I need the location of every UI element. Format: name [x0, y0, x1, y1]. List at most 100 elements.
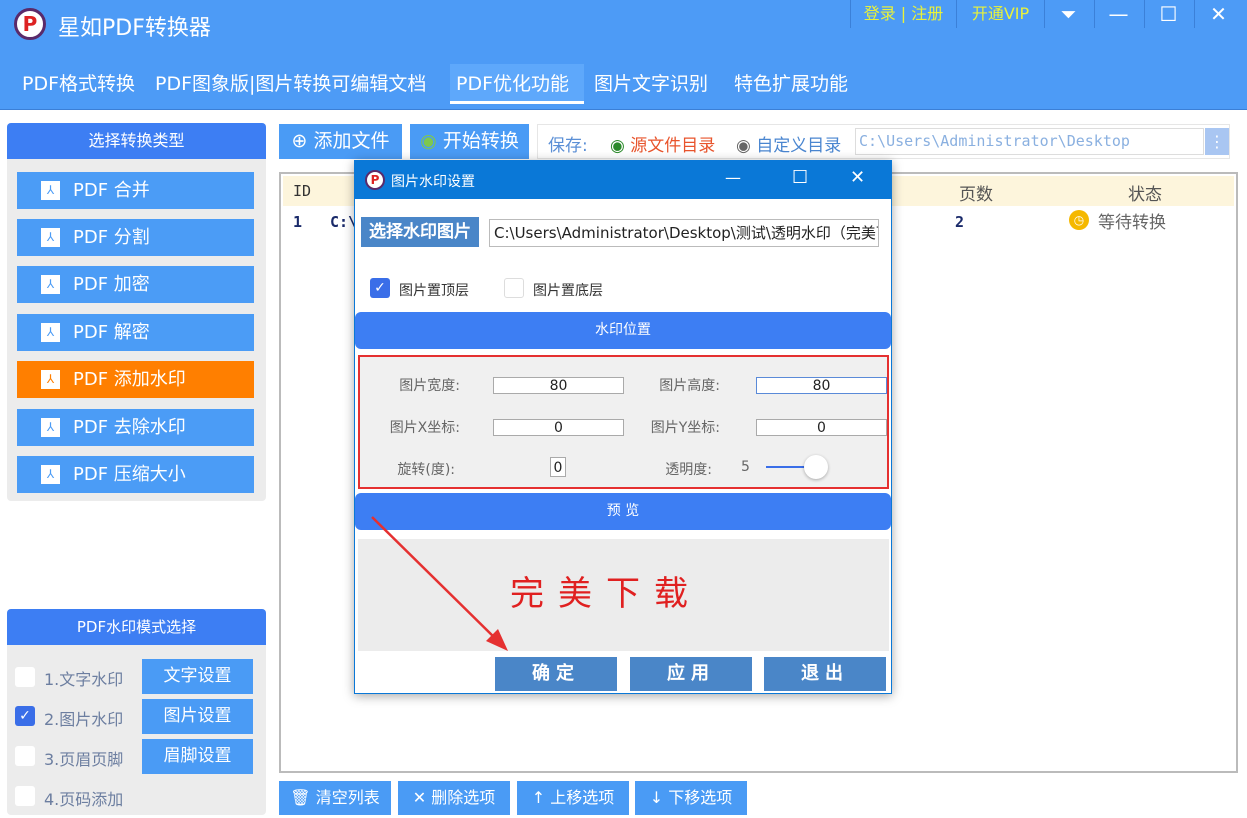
y-label: 图片Y坐标: [650, 420, 720, 436]
dialog-maximize-icon[interactable]: ☐ [792, 167, 808, 188]
mode-checkbox-image[interactable]: ✓ [15, 706, 35, 726]
radio-label: 源文件目录 [630, 136, 716, 156]
mode-checkbox-header-footer[interactable] [15, 746, 35, 766]
rotation-label: 旋转(度): [397, 462, 455, 478]
login-register: 登录 | 注册 [850, 0, 956, 28]
sidebar-item-encrypt[interactable]: ⅄ PDF 加密 [17, 266, 254, 303]
item-label: PDF 压缩大小 [73, 464, 186, 485]
opacity-value: 5 [741, 459, 750, 475]
sidebar-item-compress[interactable]: ⅄ PDF 压缩大小 [17, 456, 254, 493]
cell-status: 等待转换 [1098, 213, 1166, 233]
sidebar-item-decrypt[interactable]: ⅄ PDF 解密 [17, 314, 254, 351]
bottom-layer-checkbox[interactable] [504, 278, 524, 298]
checkbox-label: 图片置顶层 [399, 283, 469, 299]
pdf-icon: ⅄ [41, 418, 60, 437]
register-link[interactable]: 注册 [911, 4, 943, 23]
add-file-button[interactable]: ⊕ 添加文件 [279, 124, 402, 159]
menu-dropdown-icon[interactable]: ⏷ [1044, 0, 1092, 28]
close-icon[interactable]: ✕ [1194, 0, 1242, 28]
apply-button[interactable]: 应用 [630, 657, 752, 691]
vip-button[interactable]: 开通VIP [956, 0, 1044, 28]
minimize-icon[interactable]: — [1094, 0, 1142, 28]
item-label: PDF 合并 [73, 180, 150, 201]
save-path-input[interactable]: C:\Users\Administrator\Desktop [855, 128, 1204, 155]
height-input[interactable]: 80 [756, 377, 887, 394]
tab-image-editable[interactable]: PDF图象版|图片转换可编辑文档 [149, 64, 432, 104]
position-section-header: 水印位置 [355, 312, 891, 349]
tab-pdf-optimize[interactable]: PDF优化功能 [450, 64, 584, 104]
panel-title: PDF水印模式选择 [7, 609, 266, 645]
panel-title: 选择转换类型 [7, 123, 266, 159]
cell-pages: 2 [955, 213, 965, 231]
start-convert-button[interactable]: ◉ 开始转换 [410, 124, 529, 159]
y-input[interactable]: 0 [756, 419, 887, 436]
width-label: 图片宽度: [399, 378, 460, 394]
custom-dir-radio[interactable]: ◉ 自定义目录 [736, 131, 841, 156]
top-layer-checkbox[interactable]: ✓ [370, 278, 390, 298]
clock-icon: ◷ [1069, 210, 1089, 230]
sidebar-item-split[interactable]: ⅄ PDF 分割 [17, 219, 254, 256]
dialog-logo: P [365, 170, 385, 190]
delete-item-button[interactable]: ✕ 删除选项 [398, 781, 510, 815]
preview-watermark-text: 完美下载 [510, 574, 702, 614]
login-link[interactable]: 登录 [864, 4, 896, 23]
sidebar-item-merge[interactable]: ⅄ PDF 合并 [17, 172, 254, 209]
checkbox-label: 图片置底层 [533, 283, 603, 299]
opacity-slider-thumb[interactable] [804, 455, 828, 479]
text-settings-button[interactable]: 文字设置 [142, 659, 253, 694]
dialog-close-icon[interactable]: ✕ [850, 167, 865, 188]
button-label: 删除选项 [431, 788, 496, 807]
x-input[interactable]: 0 [493, 419, 624, 436]
save-label: 保存: [548, 136, 588, 156]
x-label: 图片X坐标: [389, 420, 460, 436]
header-footer-settings-button[interactable]: 眉脚设置 [142, 739, 253, 774]
position-settings: 图片宽度: 80 图片高度: 80 图片X坐标: 0 图片Y坐标: 0 旋转(度… [358, 355, 889, 489]
app-title: 星如PDF转换器 [58, 16, 211, 41]
app-logo: P [14, 8, 46, 40]
tab-ocr[interactable]: 图片文字识别 [588, 64, 714, 104]
dialog-title: 图片水印设置 [391, 174, 475, 190]
ok-button[interactable]: 确定 [495, 657, 617, 691]
mode-checkbox-text[interactable] [15, 667, 35, 687]
move-up-button[interactable]: ↑ 上移选项 [517, 781, 629, 815]
dialog-minimize-icon[interactable]: — [725, 168, 741, 187]
pdf-icon: ⅄ [41, 228, 60, 247]
arrow-down-icon: ↓ [649, 788, 664, 807]
rotation-input[interactable]: 0 [550, 457, 566, 477]
header-id: ID [293, 182, 312, 200]
save-location-bar: 保存: ◉ 源文件目录 ◉ 自定义目录 C:\Users\Administrat… [537, 124, 1230, 159]
tab-format-convert[interactable]: PDF格式转换 [16, 64, 141, 104]
mode-checkbox-page-number[interactable] [15, 786, 35, 806]
item-label: PDF 添加水印 [73, 369, 186, 390]
move-down-button[interactable]: ↓ 下移选项 [635, 781, 747, 815]
pdf-icon: ⅄ [41, 323, 60, 342]
item-label: PDF 去除水印 [73, 417, 186, 438]
clear-list-button[interactable]: 🗑 清空列表 [279, 781, 391, 815]
button-label: 清空列表 [315, 788, 380, 807]
arrow-up-icon: ↑ [531, 788, 546, 807]
annotation-arrow [371, 516, 508, 651]
trash-icon: 🗑 [290, 788, 311, 807]
source-dir-radio[interactable]: ◉ 源文件目录 [610, 131, 715, 156]
item-label: PDF 加密 [73, 274, 150, 295]
sidebar-item-add-watermark[interactable]: ⅄ PDF 添加水印 [17, 361, 254, 398]
width-input[interactable]: 80 [493, 377, 624, 394]
button-label: 上移选项 [550, 788, 615, 807]
image-path-input[interactable]: C:\Users\Administrator\Desktop\测试\透明水印（完… [489, 219, 879, 247]
height-label: 图片高度: [659, 378, 720, 394]
image-settings-button[interactable]: 图片设置 [142, 699, 253, 734]
mode-label: 4.页码添加 [44, 790, 124, 809]
header-status: 状态 [1128, 185, 1162, 205]
maximize-icon[interactable]: ☐ [1144, 0, 1192, 28]
exit-button[interactable]: 退出 [764, 657, 886, 691]
cell-id: 1 [293, 213, 303, 231]
select-image-button[interactable]: 选择水印图片 [361, 217, 479, 247]
x-icon: ✕ [412, 788, 427, 807]
more-options-icon[interactable]: ⋮ [1205, 128, 1229, 155]
radio-dot-icon: ◉ [420, 130, 437, 152]
dialog-titlebar: P 图片水印设置 — ☐ ✕ [355, 161, 891, 199]
sidebar-item-remove-watermark[interactable]: ⅄ PDF 去除水印 [17, 409, 254, 446]
button-label: 添加文件 [313, 130, 390, 152]
pdf-icon: ⅄ [41, 465, 60, 484]
tab-extensions[interactable]: 特色扩展功能 [728, 64, 854, 104]
